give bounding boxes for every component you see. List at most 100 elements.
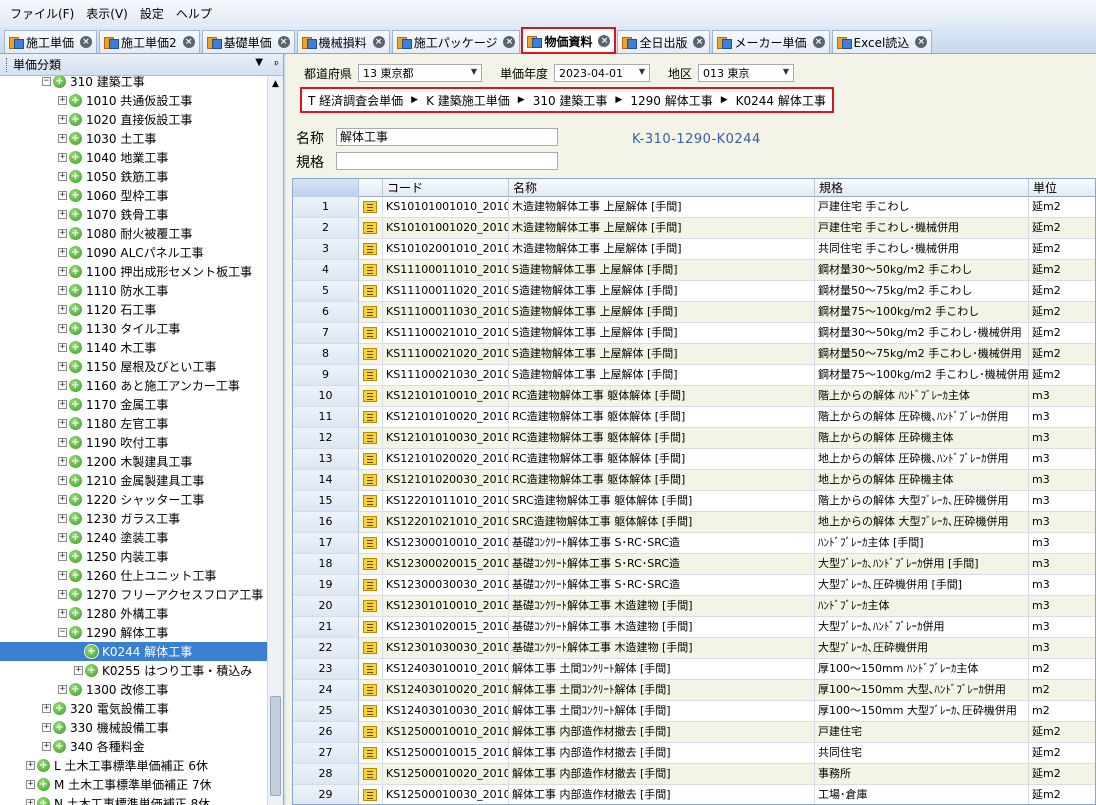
expand-icon[interactable]: +: [58, 248, 67, 257]
expand-icon[interactable]: +: [58, 115, 67, 124]
table-row[interactable]: 4 KS11100011010_20109 S造建物解体工事 上屋解体 [手間] 鋼材…: [293, 260, 1095, 281]
area-select[interactable]: 013 東京 ▼: [698, 64, 795, 82]
menu-view[interactable]: 表示(V): [80, 0, 134, 28]
expand-icon[interactable]: +: [58, 305, 67, 314]
collapse-icon[interactable]: −: [42, 77, 51, 86]
table-row[interactable]: 20 KS12301010010_20109 基礎ｺﾝｸﾘｰﾄ解体工事 木造建物 […: [293, 596, 1095, 617]
expand-icon[interactable]: +: [58, 495, 67, 504]
tree-item[interactable]: + +1100 押出成形セメント板工事: [0, 262, 252, 281]
tree-item[interactable]: + +1130 タイル工事: [0, 319, 180, 338]
table-row[interactable]: 5 KS11100011020_20109 S造建物解体工事 上屋解体 [手間] 鋼材…: [293, 281, 1095, 302]
tree-item[interactable]: + +1110 防水工事: [0, 281, 168, 300]
tree-item[interactable]: + +1150 屋根及びとい工事: [0, 357, 216, 376]
tree-item[interactable]: + +330 機械設備工事: [0, 718, 169, 737]
scroll-up-icon[interactable]: ▲: [268, 76, 283, 92]
expand-icon[interactable]: +: [26, 799, 35, 805]
table-row[interactable]: 17 KS12300010010_20109 基礎ｺﾝｸﾘｰﾄ解体工事 S･RC･S…: [293, 533, 1095, 554]
tree-item[interactable]: + +1160 あと施工アンカー工事: [0, 376, 240, 395]
tree-item[interactable]: + +1280 外構工事: [0, 604, 168, 623]
table-row[interactable]: 8 KS11100021020_20109 S造建物解体工事 上屋解体 [手間] 鋼材…: [293, 344, 1095, 365]
tree-item[interactable]: − +310 建築工事: [0, 76, 145, 91]
close-icon[interactable]: ×: [598, 35, 611, 47]
tree-item[interactable]: + +340 各種料金: [0, 737, 145, 756]
column-header[interactable]: 単位: [1029, 179, 1095, 197]
expand-icon[interactable]: +: [58, 609, 67, 618]
tree-item[interactable]: + +1050 鉄筋工事: [0, 167, 168, 186]
menu-help[interactable]: ヘルプ: [170, 0, 218, 28]
table-row[interactable]: 12 KS12101010030_20109 RC造建物解体工事 躯体解体 [手間]…: [293, 428, 1095, 449]
expand-icon[interactable]: +: [58, 419, 67, 428]
tab-0[interactable]: 施工単価 ×: [4, 30, 98, 53]
menu-file[interactable]: ファイル(F): [4, 0, 80, 28]
expand-icon[interactable]: +: [58, 533, 67, 542]
tree-item[interactable]: + +1200 木製建具工事: [0, 452, 192, 471]
grip-icon[interactable]: [6, 57, 9, 72]
table-row[interactable]: 22 KS12301030030_20109 基礎ｺﾝｸﾘｰﾄ解体工事 木造建物 […: [293, 638, 1095, 659]
table-row[interactable]: 7 KS11100021010_20109 S造建物解体工事 上屋解体 [手間] 鋼材…: [293, 323, 1095, 344]
expand-icon[interactable]: +: [42, 704, 51, 713]
breadcrumb-item[interactable]: K 建築施工単価: [426, 92, 510, 109]
close-icon[interactable]: ×: [812, 36, 825, 48]
expand-icon[interactable]: +: [58, 324, 67, 333]
table-row[interactable]: 13 KS12101020020_20109 RC造建物解体工事 躯体解体 [手間]…: [293, 449, 1095, 470]
tree-item[interactable]: + +1190 吹付工事: [0, 433, 168, 452]
tab-7[interactable]: メーカー単価 ×: [712, 30, 830, 53]
table-row[interactable]: 24 KS12403010020_20109 解体工事 土間ｺﾝｸﾘｰﾄ解体 [手間…: [293, 680, 1095, 701]
tab-8[interactable]: Excel読込 ×: [831, 30, 933, 53]
year-select[interactable]: 2023-04-01 ▼: [554, 64, 651, 82]
tree-scrollbar[interactable]: ▲: [267, 76, 283, 805]
expand-icon[interactable]: +: [58, 457, 67, 466]
table-row[interactable]: 23 KS12403010010_20109 解体工事 土間ｺﾝｸﾘｰﾄ解体 [手間…: [293, 659, 1095, 680]
column-header[interactable]: 名称: [509, 179, 815, 197]
tree-item[interactable]: + +320 電気設備工事: [0, 699, 169, 718]
tree-item[interactable]: + +1220 シャッター工事: [0, 490, 204, 509]
prefecture-select[interactable]: 13 東京都 ▼: [358, 64, 483, 82]
tab-2[interactable]: 基礎単価 ×: [201, 30, 295, 53]
expand-icon[interactable]: +: [58, 571, 67, 580]
table-row[interactable]: 16 KS12201021010_20109 SRC造建物解体工事 躯体解体 [手間…: [293, 512, 1095, 533]
tree-item[interactable]: + + K0255 はつり工事・積込み: [0, 661, 252, 680]
table-row[interactable]: 15 KS12201011010_20109 SRC造建物解体工事 躯体解体 [手間…: [293, 491, 1095, 512]
tree-item[interactable]: + +1230 ガラス工事: [0, 509, 180, 528]
expand-icon[interactable]: +: [58, 229, 67, 238]
table-row[interactable]: 6 KS11100011030_20109 S造建物解体工事 上屋解体 [手間] 鋼材…: [293, 302, 1095, 323]
breadcrumb-item[interactable]: T 経済調査会単価: [308, 92, 403, 109]
table-row[interactable]: 28 KS12500010020_20109 解体工事 内部造作材撤去 [手間] 事務…: [293, 764, 1095, 785]
tab-4[interactable]: 施工パッケージ ×: [391, 30, 521, 53]
expand-icon[interactable]: +: [58, 191, 67, 200]
scroll-thumb[interactable]: [270, 696, 281, 796]
table-row[interactable]: 14 KS12101020030_20109 RC造建物解体工事 躯体解体 [手間]…: [293, 470, 1095, 491]
tab-1[interactable]: 施工単価2 ×: [99, 30, 200, 53]
column-header[interactable]: [293, 179, 359, 197]
close-icon[interactable]: ×: [80, 36, 93, 48]
column-header[interactable]: 規格: [815, 179, 1029, 197]
expand-icon[interactable]: +: [58, 590, 67, 599]
spec-field[interactable]: [336, 152, 558, 170]
tree-item[interactable]: + + L 土木工事標準単価補正 6休: [0, 756, 208, 775]
tree-item[interactable]: + +1210 金属製建具工事: [0, 471, 204, 490]
expand-icon[interactable]: +: [58, 400, 67, 409]
expand-icon[interactable]: +: [58, 476, 67, 485]
table-row[interactable]: 10 KS12101010010_20109 RC造建物解体工事 躯体解体 [手間]…: [293, 386, 1095, 407]
close-icon[interactable]: ×: [277, 36, 290, 48]
expand-icon[interactable]: +: [58, 286, 67, 295]
table-row[interactable]: 19 KS12300030030_20109 基礎ｺﾝｸﾘｰﾄ解体工事 S･RC･S…: [293, 575, 1095, 596]
table-row[interactable]: 9 KS11100021030_20109 S造建物解体工事 上屋解体 [手間] 鋼材…: [293, 365, 1095, 386]
expand-icon[interactable]: +: [58, 343, 67, 352]
expand-icon[interactable]: +: [58, 438, 67, 447]
tree-item[interactable]: + +1260 仕上ユニット工事: [0, 566, 216, 585]
table-row[interactable]: 3 KS10102001010_20109 木造建物解体工事 上屋解体 [手間] 共同…: [293, 239, 1095, 260]
tree-item[interactable]: + +1300 改修工事: [0, 680, 168, 699]
expand-icon[interactable]: +: [26, 780, 35, 789]
column-header[interactable]: [359, 179, 383, 197]
tree-item[interactable]: − +1290 解体工事: [0, 623, 168, 642]
tree-item[interactable]: + +1240 塗装工事: [0, 528, 168, 547]
table-row[interactable]: 11 KS12101010020_20109 RC造建物解体工事 躯体解体 [手間]…: [293, 407, 1095, 428]
breadcrumb-item[interactable]: 310 建築工事: [533, 92, 608, 109]
expand-icon[interactable]: +: [58, 96, 67, 105]
expand-icon[interactable]: +: [58, 267, 67, 276]
collapse-icon[interactable]: −: [58, 628, 67, 637]
tree-item[interactable]: + +1170 金属工事: [0, 395, 168, 414]
tree-item[interactable]: + +1090 ALCパネル工事: [0, 243, 204, 262]
expand-icon[interactable]: +: [58, 172, 67, 181]
